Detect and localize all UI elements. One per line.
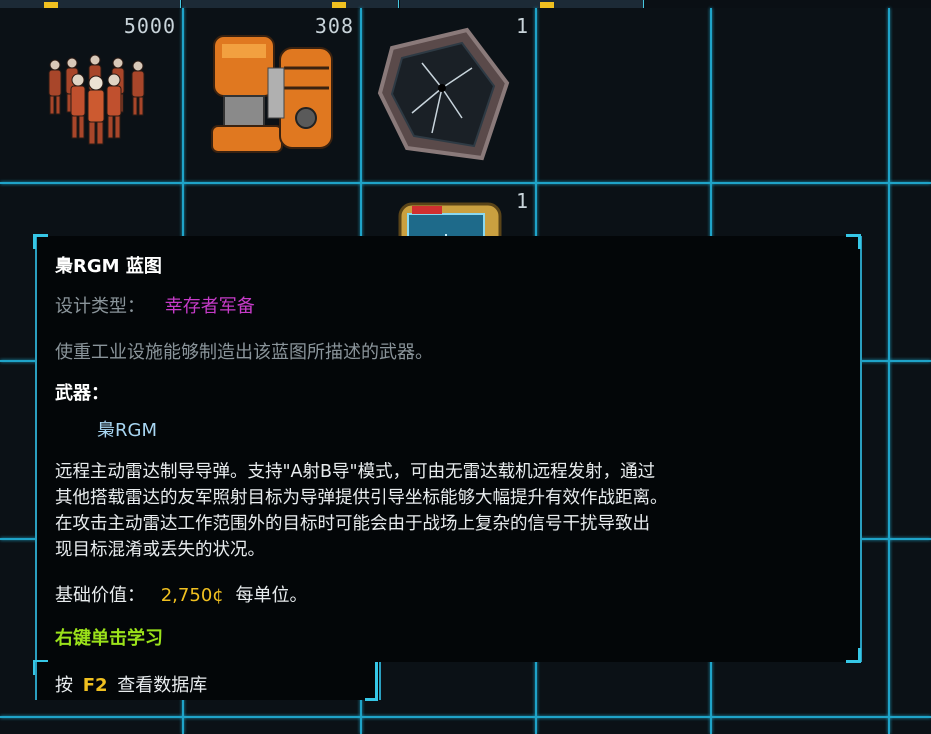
design-type-label: 设计类型： <box>55 296 145 317</box>
base-value-amount: 2,750¢ <box>160 585 224 606</box>
category-tab-3[interactable] <box>400 0 644 8</box>
inventory-cell-machinery[interactable]: 308 <box>184 8 360 182</box>
base-value-unit: 每单位。 <box>235 585 308 606</box>
heavy-machinery-icon <box>211 35 333 153</box>
learn-action-hint: 右键单击学习 <box>55 628 163 649</box>
base-value-label: 基础价值： <box>55 585 145 606</box>
tooltip-corner-bracket <box>33 234 48 249</box>
item-tooltip: 梟RGM 蓝图 设计类型： 幸存者军备 使重工业设施能够制造出该蓝图所描述的武器… <box>35 236 862 662</box>
category-tab-strip <box>0 0 931 8</box>
tooltip-title: 梟RGM 蓝图 <box>55 256 162 277</box>
weapon-description-line: 现目标混淆或丢失的状况。 <box>55 540 265 560</box>
inventory-cell-armor[interactable]: 1 <box>362 8 535 182</box>
blueprint-description: 使重工业设施能够制造出该蓝图所描述的武器。 <box>55 342 433 363</box>
weapon-label: 武器： <box>55 383 109 404</box>
category-tab-1[interactable] <box>0 0 181 8</box>
weapon-description-line: 在攻击主动雷达工作范围外的目标时可能会由于战场上复杂的信号干扰导致出 <box>55 514 650 534</box>
tooltip-corner-bracket <box>846 648 861 663</box>
damaged-armor-icon <box>377 27 510 161</box>
database-hint-suffix: 查看数据库 <box>117 675 208 696</box>
tooltip-corner-bracket <box>846 234 861 249</box>
marines-squad-icon <box>48 54 145 145</box>
database-hint-prefix: 按 <box>55 675 73 696</box>
category-tab-2[interactable] <box>182 0 399 8</box>
design-type-value: 幸存者军备 <box>164 296 255 317</box>
grid-line <box>0 716 931 718</box>
weapon-description-line: 其他搭载雷达的友军照射目标为导弹提供引导坐标能够大幅提升有效作战距离。 <box>55 488 668 508</box>
grid-line <box>888 8 890 734</box>
design-type-row: 设计类型： 幸存者军备 <box>55 292 255 318</box>
database-hint: 按 F2 查看数据库 <box>55 671 207 697</box>
weapon-name: 梟RGM <box>97 420 157 441</box>
footer-corner-bracket <box>365 662 378 701</box>
base-value-row: 基础价值： 2,750¢ 每单位。 <box>55 581 307 607</box>
weapon-description-line: 远程主动雷达制导导弹。支持"A射B导"模式，可由无雷达载机远程发射，通过 <box>55 462 656 482</box>
f2-key-label: F2 <box>82 675 108 696</box>
inventory-cell-marines[interactable]: 5000 <box>0 8 182 182</box>
database-hint-bar: 按 F2 查看数据库 <box>35 662 381 700</box>
